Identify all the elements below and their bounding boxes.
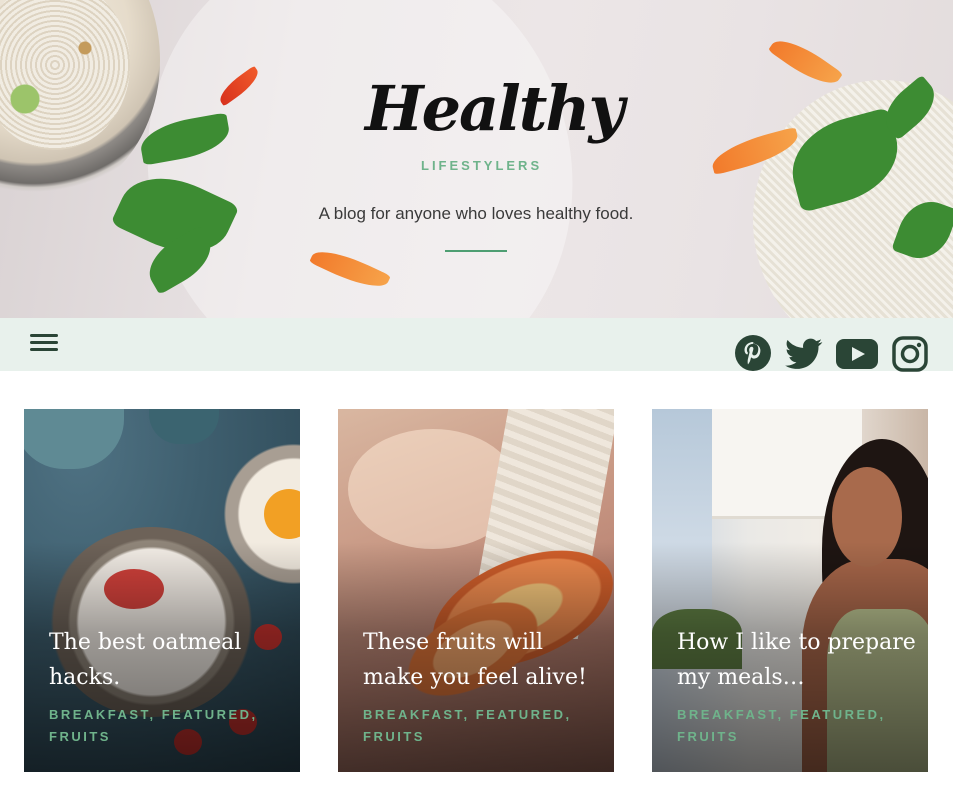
- twitter-icon[interactable]: [785, 338, 823, 376]
- instagram-icon[interactable]: [892, 336, 928, 374]
- youtube-icon[interactable]: [836, 339, 878, 377]
- post-categories[interactable]: BREAKFAST, FEATURED, FRUITS: [677, 704, 917, 748]
- post-title[interactable]: The best oatmeal hacks.: [49, 625, 289, 695]
- hero-header: Healthy LIFESTYLERS A blog for anyone wh…: [0, 0, 953, 318]
- post-card[interactable]: These fruits will make you feel alive! B…: [338, 409, 614, 772]
- post-title[interactable]: How I like to prepare my meals…: [677, 625, 917, 695]
- hamburger-menu-icon[interactable]: [30, 334, 58, 356]
- navigation-bar: [0, 318, 953, 374]
- site-logo[interactable]: Healthy LIFESTYLERS: [365, 72, 625, 173]
- logo-title: Healthy: [365, 72, 625, 145]
- site-tagline: A blog for anyone who loves healthy food…: [318, 204, 634, 223]
- post-title[interactable]: These fruits will make you feel alive!: [363, 625, 603, 695]
- header-divider: [445, 250, 507, 252]
- flower-petal-decoration: [767, 30, 844, 94]
- pinterest-icon[interactable]: [734, 334, 772, 372]
- post-card[interactable]: How I like to prepare my meals… BREAKFAS…: [652, 409, 928, 772]
- post-categories[interactable]: BREAKFAST, FEATURED, FRUITS: [363, 704, 603, 748]
- post-card[interactable]: The best oatmeal hacks. BREAKFAST, FEATU…: [24, 409, 300, 772]
- post-categories[interactable]: BREAKFAST, FEATURED, FRUITS: [49, 704, 289, 748]
- logo-subtitle: LIFESTYLERS: [421, 158, 543, 173]
